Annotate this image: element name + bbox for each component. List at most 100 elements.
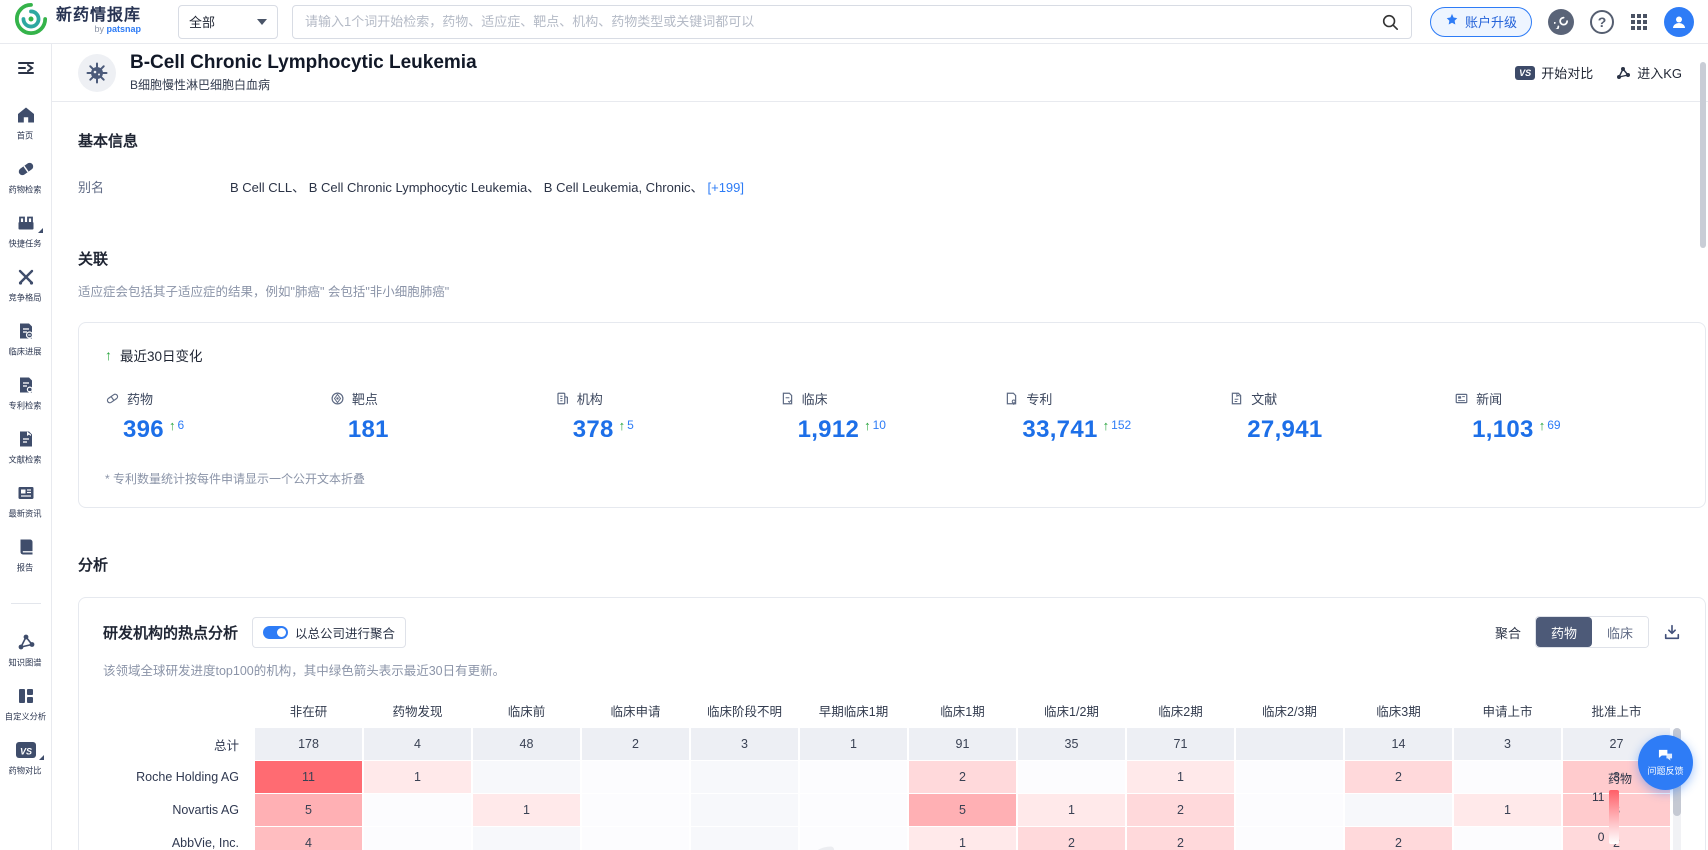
heatmap-cell[interactable] bbox=[1236, 728, 1343, 760]
heatmap-cell[interactable]: 1 bbox=[364, 761, 471, 793]
sidebar-item-competition[interactable]: 竞争格局 bbox=[0, 267, 51, 304]
sidebar-item-latest-news[interactable]: 最新资讯 bbox=[0, 483, 51, 520]
group-by-parent-toggle[interactable]: 以总公司进行聚合 bbox=[252, 617, 406, 648]
patsnap-link-icon[interactable] bbox=[1548, 9, 1574, 35]
heatmap-cell[interactable] bbox=[473, 827, 580, 850]
heatmap-cell[interactable]: 2 bbox=[1018, 827, 1125, 850]
heatmap-cell[interactable] bbox=[1345, 794, 1452, 826]
heatmap-cell[interactable] bbox=[582, 794, 689, 826]
clinical-sm-icon bbox=[780, 391, 795, 406]
stat-delta: ↑10 bbox=[864, 418, 886, 433]
heatmap-cell[interactable] bbox=[1454, 761, 1561, 793]
heatmap-cell[interactable] bbox=[800, 827, 907, 850]
sidebar-collapse-button[interactable] bbox=[16, 58, 36, 83]
search-input[interactable] bbox=[305, 14, 1373, 29]
start-compare-button[interactable]: VS 开始对比 bbox=[1515, 63, 1593, 82]
heatmap-cell[interactable] bbox=[1236, 794, 1343, 826]
heatmap-cell[interactable] bbox=[691, 827, 798, 850]
sidebar-item-drug-search[interactable]: 药物检索 bbox=[0, 159, 51, 196]
heatmap-cell[interactable] bbox=[800, 761, 907, 793]
heatmap-cell[interactable]: 1 bbox=[1127, 761, 1234, 793]
heat-legend-min: 0 bbox=[1598, 830, 1605, 844]
heatmap-cell[interactable]: 2 bbox=[1127, 794, 1234, 826]
heatmap-cell[interactable]: 2 bbox=[1345, 827, 1452, 850]
up-arrow-icon: ↑ bbox=[105, 347, 112, 363]
heatmap-cell[interactable]: 3 bbox=[1454, 728, 1561, 760]
heatmap-cell[interactable]: 2 bbox=[1127, 827, 1234, 850]
org-icon bbox=[555, 391, 570, 406]
sidebar-item-drug-compare[interactable]: VS药物对比 bbox=[0, 740, 51, 777]
heatmap-cell[interactable] bbox=[473, 761, 580, 793]
heatmap-cell[interactable]: 4 bbox=[364, 728, 471, 760]
row-label[interactable]: Roche Holding AG bbox=[103, 761, 253, 793]
aggregate-segmented-control: 药物临床 bbox=[1535, 616, 1649, 648]
heatmap-cell[interactable]: 4 bbox=[255, 827, 362, 850]
table-row: AbbVie, Inc.412222 bbox=[103, 827, 1670, 850]
aggregate-segment-临床[interactable]: 临床 bbox=[1592, 617, 1648, 647]
feedback-button[interactable]: 问题反馈 bbox=[1638, 735, 1693, 790]
heatmap-cell[interactable] bbox=[1018, 761, 1125, 793]
page-scrollbar[interactable] bbox=[1700, 62, 1706, 248]
literature-doc-icon bbox=[16, 429, 36, 449]
heatmap-cell[interactable]: 91 bbox=[909, 728, 1016, 760]
stat-delta: ↑6 bbox=[169, 418, 184, 433]
heatmap-cell[interactable] bbox=[691, 794, 798, 826]
heatmap-cell[interactable]: 2 bbox=[909, 761, 1016, 793]
sidebar-item-reports[interactable]: 报告 bbox=[0, 537, 51, 574]
heatmap-cell[interactable]: 2 bbox=[582, 728, 689, 760]
heatmap-cell[interactable]: 1 bbox=[909, 827, 1016, 850]
heatmap-cell[interactable]: 48 bbox=[473, 728, 580, 760]
heatmap-cell[interactable]: 5 bbox=[909, 794, 1016, 826]
heatmap-cell[interactable]: 5 bbox=[255, 794, 362, 826]
heatmap-cell[interactable] bbox=[364, 827, 471, 850]
apps-grid-icon[interactable] bbox=[1630, 13, 1648, 31]
user-avatar[interactable] bbox=[1664, 7, 1694, 37]
row-label[interactable]: 总计 bbox=[103, 728, 253, 760]
upgrade-account-button[interactable]: 账户升级 bbox=[1430, 7, 1532, 37]
sidebar-item-clinical-progress[interactable]: 临床进展 bbox=[0, 321, 51, 358]
aggregate-segment-药物[interactable]: 药物 bbox=[1536, 617, 1592, 647]
alias-more-link[interactable]: [+199] bbox=[707, 180, 744, 195]
sidebar-item-literature-search[interactable]: 文献检索 bbox=[0, 429, 51, 466]
heatmap-cell[interactable]: 14 bbox=[1345, 728, 1452, 760]
heatmap-cell[interactable]: 1 bbox=[473, 794, 580, 826]
stats-row: 药物396↑6靶点181机构378↑5临床1,912↑10专利33,741↑15… bbox=[105, 389, 1679, 444]
heatmap-cell[interactable]: 178 bbox=[255, 728, 362, 760]
alias-label: 别名 bbox=[78, 177, 230, 196]
heatmap-cell[interactable]: 2 bbox=[1345, 761, 1452, 793]
heatmap-cell[interactable] bbox=[1236, 761, 1343, 793]
heatmap-cell[interactable]: 71 bbox=[1127, 728, 1234, 760]
help-icon[interactable]: ? bbox=[1590, 10, 1614, 34]
sidebar-item-custom-analysis[interactable]: 自定义分析 bbox=[0, 686, 51, 723]
stat-机构: 机构378↑5 bbox=[555, 389, 780, 444]
virus-icon bbox=[86, 62, 108, 84]
heatmap-cell[interactable] bbox=[800, 794, 907, 826]
row-label[interactable]: Novartis AG bbox=[103, 794, 253, 826]
heatmap-cell[interactable] bbox=[582, 827, 689, 850]
heatmap-cell[interactable] bbox=[1454, 827, 1561, 850]
heatmap-cell[interactable]: 3 bbox=[691, 728, 798, 760]
search-scope-select[interactable]: 全部 bbox=[178, 5, 278, 39]
table-row: 总计17844823191357114327 bbox=[103, 728, 1670, 760]
stat-新闻: 新闻1,103↑69 bbox=[1454, 389, 1679, 444]
vs-icon: VS bbox=[15, 740, 37, 760]
sidebar-item-quick-tasks[interactable]: 快捷任务 bbox=[0, 213, 51, 250]
search-bar bbox=[292, 5, 1412, 39]
row-label[interactable]: AbbVie, Inc. bbox=[103, 827, 253, 850]
heatmap-cell[interactable]: 35 bbox=[1018, 728, 1125, 760]
heatmap-cell[interactable] bbox=[582, 761, 689, 793]
enter-kg-button[interactable]: 进入KG bbox=[1615, 63, 1682, 82]
heatmap-cell[interactable] bbox=[691, 761, 798, 793]
sidebar-item-home[interactable]: 首页 bbox=[0, 105, 51, 142]
sidebar-item-knowledge-graph[interactable]: 知识图谱 bbox=[0, 632, 51, 669]
heatmap-cell[interactable]: 1 bbox=[1454, 794, 1561, 826]
brand[interactable]: 新药情报库 by patsnap bbox=[14, 2, 164, 41]
heatmap-cell[interactable]: 1 bbox=[1018, 794, 1125, 826]
heatmap-cell[interactable] bbox=[364, 794, 471, 826]
search-icon[interactable] bbox=[1381, 13, 1399, 31]
heatmap-cell[interactable]: 1 bbox=[800, 728, 907, 760]
sidebar-item-patent-search[interactable]: 专利检索 bbox=[0, 375, 51, 412]
download-icon[interactable] bbox=[1663, 623, 1681, 641]
heatmap-cell[interactable] bbox=[1236, 827, 1343, 850]
heatmap-cell[interactable]: 11 bbox=[255, 761, 362, 793]
